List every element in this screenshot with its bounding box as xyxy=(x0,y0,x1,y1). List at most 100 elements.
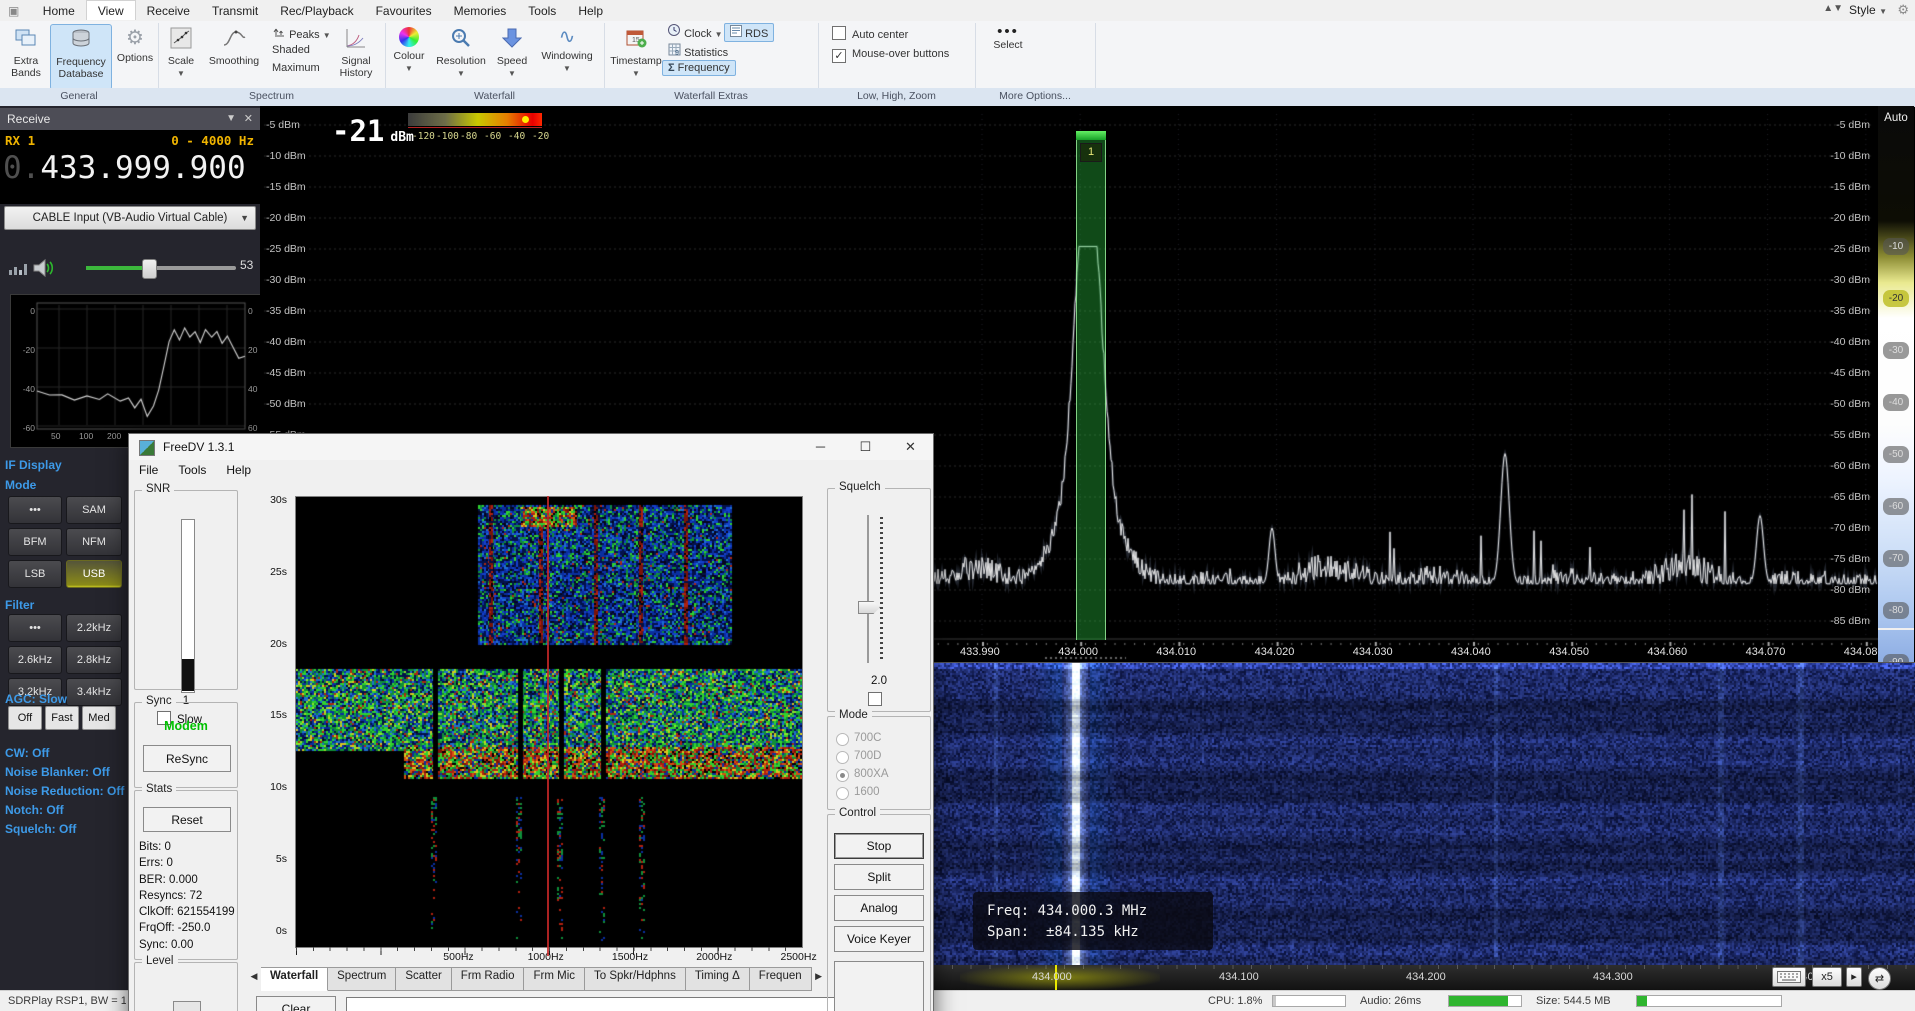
squelch-slider-handle[interactable] xyxy=(858,601,880,614)
toggle-squelch[interactable]: Squelch: Off xyxy=(5,822,76,836)
panel-collapse-icon[interactable]: ▼ xyxy=(226,108,236,130)
button-SAM[interactable]: SAM xyxy=(66,496,122,524)
freedv-tab-timing--[interactable]: Timing Δ xyxy=(686,967,750,991)
control-button-voice-keyer[interactable]: Voice Keyer xyxy=(834,926,924,952)
button-NFM[interactable]: NFM xyxy=(66,528,122,556)
speed-button[interactable]: Speed▼ xyxy=(492,24,532,88)
button-22kHz[interactable]: 2.2kHz xyxy=(66,614,122,642)
menu-tab-view[interactable]: View xyxy=(86,0,136,20)
close-button[interactable]: ✕ xyxy=(888,434,933,460)
freedv-tab-frequen[interactable]: Frequen xyxy=(750,967,812,991)
freedv-menu-tools[interactable]: Tools xyxy=(168,460,216,477)
pan-swap-button[interactable]: ⇄ xyxy=(1868,967,1891,990)
freedv-frequency-cursor[interactable] xyxy=(547,496,549,956)
freedv-tab-spectrum[interactable]: Spectrum xyxy=(328,967,396,991)
select-button[interactable]: ••• Select xyxy=(980,24,1036,88)
radio-800xa[interactable] xyxy=(836,769,849,782)
channel-marker-cap[interactable] xyxy=(1076,131,1106,140)
clock-button[interactable]: Clock ▼ xyxy=(668,24,723,40)
freedv-tab-frm-mic[interactable]: Frm Mic xyxy=(524,967,585,991)
agc-button-fast[interactable]: Fast xyxy=(45,706,79,730)
control-button-analog[interactable]: Analog xyxy=(834,895,924,921)
windowing-button[interactable]: ∿ Windowing▼ xyxy=(536,24,598,88)
peaks-button[interactable]: Peaks ▼ xyxy=(272,26,331,41)
range-button-minus60[interactable]: -60 xyxy=(1883,498,1909,515)
extra-bands-button[interactable]: Extra Bands xyxy=(4,24,48,88)
clear-button[interactable]: Clear xyxy=(256,996,336,1011)
frequency-toggle-button[interactable]: Σ Frequency xyxy=(662,60,736,76)
freedv-waterfall-plot[interactable] xyxy=(295,496,803,948)
mouse-over-buttons-checkbox[interactable]: ✓Mouse-over buttons xyxy=(832,48,949,63)
collapse-ribbon-icon[interactable]: ▲▼ xyxy=(1823,3,1843,14)
keyboard-entry-button[interactable] xyxy=(1772,967,1806,987)
resolution-button[interactable]: Resolution▼ xyxy=(434,24,488,88)
panel-close-icon[interactable]: ✕ xyxy=(244,108,253,130)
menu-tab-receive[interactable]: Receive xyxy=(136,1,201,20)
range-button-minus30[interactable]: -30 xyxy=(1883,342,1909,359)
freedv-menu-file[interactable]: File xyxy=(129,460,168,477)
range-button-minus80[interactable]: -80 xyxy=(1883,602,1909,619)
toggle-notch[interactable]: Notch: Off xyxy=(5,803,64,817)
freedv-window[interactable]: FreeDV 1.3.1 ─ ☐ ✕ FileToolsHelp SNR 1 S… xyxy=(128,433,934,1011)
agc-button-off[interactable]: Off xyxy=(8,706,42,730)
freedv-tab-waterfall[interactable]: Waterfall xyxy=(261,967,328,991)
ptt-button[interactable]: PTT xyxy=(834,961,924,1011)
signal-history-button[interactable]: Signal History xyxy=(330,24,382,88)
freedv-tab-scatter[interactable]: Scatter xyxy=(396,967,451,991)
menu-tab-memories[interactable]: Memories xyxy=(443,1,518,20)
waterfall-palette-bar[interactable] xyxy=(408,113,542,126)
freedv-menu-help[interactable]: Help xyxy=(216,460,261,477)
minimize-button[interactable]: ─ xyxy=(798,434,843,460)
if-display-label[interactable]: IF Display xyxy=(5,458,62,472)
timestamp-button[interactable]: 15 Timestamp▼ xyxy=(608,24,664,88)
menu-tab-tools[interactable]: Tools xyxy=(517,1,567,20)
frequency-display[interactable]: RX 1 0 - 4000 Hz 0.433.999.900 xyxy=(0,130,260,204)
volume-slider[interactable] xyxy=(86,266,236,270)
zoom-step-arrow-button[interactable]: ▸ xyxy=(1846,967,1862,987)
tabs-scroll-right[interactable]: ▶ xyxy=(812,965,826,987)
range-button-minus40[interactable]: -40 xyxy=(1883,394,1909,411)
tabs-scroll-left[interactable]: ◀ xyxy=(247,965,261,987)
button-LSB[interactable]: LSB xyxy=(8,560,62,588)
menu-tab-transmit[interactable]: Transmit xyxy=(201,1,269,20)
freedv-waterfall-canvas[interactable] xyxy=(296,497,802,947)
statistics-button[interactable]: 9 Statistics xyxy=(668,43,728,59)
agc-label[interactable]: AGC: Slow xyxy=(5,692,67,706)
audio-input-select[interactable]: CABLE Input (VB-Audio Virtual Cable) ▼ xyxy=(4,206,256,230)
resync-button[interactable]: ReSync xyxy=(143,745,231,772)
range-button-minus20[interactable]: -20 xyxy=(1883,290,1909,307)
freedv-tab-to-spkr-hdphns[interactable]: To Spkr/Hdphns xyxy=(585,967,686,991)
radio-700c[interactable] xyxy=(836,733,849,746)
frequency-database-button[interactable]: Frequency Database xyxy=(50,24,112,90)
radio-1600[interactable] xyxy=(836,787,849,800)
shaded-button[interactable]: Shaded xyxy=(272,44,310,56)
auto-center-checkbox[interactable]: Auto center xyxy=(832,26,908,41)
agc-button-med[interactable]: Med xyxy=(82,706,116,730)
options-button[interactable]: ⚙ Options xyxy=(114,24,156,88)
reset-button[interactable]: Reset xyxy=(143,807,231,832)
range-button-minus50[interactable]: -50 xyxy=(1883,446,1909,463)
scale-button[interactable]: Scale▼ xyxy=(160,24,202,88)
volume-slider-handle[interactable] xyxy=(142,259,157,279)
tuned-frequency[interactable]: 0.433.999.900 xyxy=(3,150,246,186)
radio-700d[interactable] xyxy=(836,751,849,764)
button-USB[interactable]: USB xyxy=(66,560,122,588)
button-[interactable]: ••• xyxy=(8,614,62,642)
level-slider-handle[interactable] xyxy=(173,1001,201,1011)
rds-toggle-button[interactable]: RDS xyxy=(724,23,774,42)
auto-range-button[interactable]: Auto xyxy=(1878,112,1914,124)
maximum-button[interactable]: Maximum xyxy=(272,62,320,74)
freedv-tab-frm-radio[interactable]: Frm Radio xyxy=(452,967,525,991)
menu-tab-home[interactable]: Home xyxy=(32,1,86,20)
menu-tab-favourites[interactable]: Favourites xyxy=(365,1,443,20)
speaker-icon[interactable] xyxy=(32,258,56,283)
toggle-noise-blanker[interactable]: Noise Blanker: Off xyxy=(5,765,110,779)
button-26kHz[interactable]: 2.6kHz xyxy=(8,646,62,674)
button-[interactable]: ••• xyxy=(8,496,62,524)
range-button-minus10[interactable]: -10 xyxy=(1883,238,1909,255)
menu-tab-rec-playback[interactable]: Rec/Playback xyxy=(269,1,364,20)
zoom-x5-button[interactable]: x5 xyxy=(1812,967,1842,987)
range-button-minus70[interactable]: -70 xyxy=(1883,550,1909,567)
squelch-enable-checkbox[interactable] xyxy=(868,691,888,709)
toggle-noise-reduction[interactable]: Noise Reduction: Off xyxy=(5,784,124,798)
